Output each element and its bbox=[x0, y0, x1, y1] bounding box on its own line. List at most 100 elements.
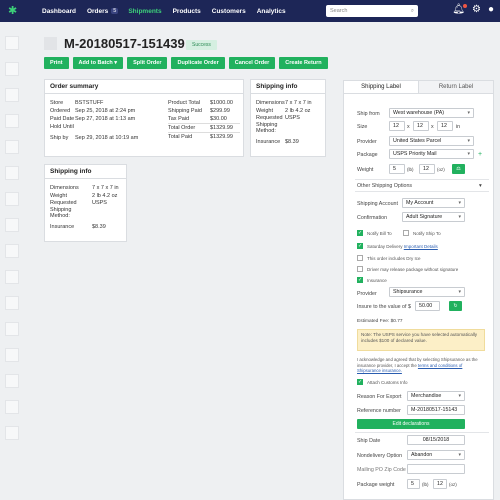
sidebar-item[interactable] bbox=[5, 244, 19, 258]
sidebar-item[interactable] bbox=[5, 218, 19, 232]
nav-products[interactable]: Products bbox=[173, 8, 201, 15]
order-thumbnail bbox=[44, 37, 57, 50]
release-package-label: Driver may release package without signa… bbox=[367, 267, 459, 272]
chevron-down-icon[interactable]: ▾ bbox=[479, 183, 482, 189]
reason-export-select[interactable]: Merchandise ▾ bbox=[407, 391, 465, 401]
reason-export-value: Merchandise bbox=[411, 393, 442, 399]
size-height-input[interactable]: 12 bbox=[437, 121, 453, 131]
insurance-provider-select[interactable]: Shipsurance ▾ bbox=[389, 287, 465, 297]
shipping-account-select[interactable]: My Account ▾ bbox=[402, 198, 465, 208]
ship-by-value: Sep 29, 2018 at 10:19 am bbox=[75, 135, 139, 141]
nondelivery-value: Abandon bbox=[411, 452, 433, 458]
reference-input[interactable]: M-20180517-15143 bbox=[407, 405, 465, 415]
attach-customs-checkbox[interactable] bbox=[357, 379, 363, 385]
provider-value: United States Parcel bbox=[393, 138, 442, 144]
notify-ship-to-label: Notify Ship To bbox=[413, 231, 441, 236]
weight-value: 2 lb 4.2 oz bbox=[285, 108, 311, 114]
user-icon[interactable]: ● bbox=[488, 4, 494, 15]
sidebar-item[interactable] bbox=[5, 114, 19, 128]
ordered-value: Sep 25, 2018 at 2:24 pm bbox=[75, 108, 136, 114]
duplicate-order-button[interactable]: Duplicate Order bbox=[171, 57, 225, 69]
sidebar-item[interactable] bbox=[5, 322, 19, 336]
estimated-fee: Estimated Fee: $0.77 bbox=[357, 319, 403, 324]
package-select[interactable]: USPS Priority Mail ▾ bbox=[389, 149, 474, 159]
insurance-checkbox[interactable] bbox=[357, 277, 363, 283]
nondelivery-select[interactable]: Abandon ▾ bbox=[407, 450, 465, 460]
add-package-icon[interactable]: + bbox=[478, 151, 482, 158]
edit-declarations-button[interactable]: Edit declarations bbox=[357, 419, 465, 429]
nav-shipments[interactable]: Shipments bbox=[128, 8, 161, 15]
nav-analytics[interactable]: Analytics bbox=[257, 8, 286, 15]
shipping-info-card: Shipping info Dimensions 7 x 7 x 7 in Wei… bbox=[250, 79, 326, 157]
sidebar-item[interactable] bbox=[5, 88, 19, 102]
sidebar-item[interactable] bbox=[5, 374, 19, 388]
gear-icon[interactable]: ⚙ bbox=[472, 4, 481, 15]
release-package-checkbox[interactable] bbox=[357, 266, 363, 272]
other-options-label: Other Shipping Options bbox=[357, 183, 413, 189]
shipping-account-value: My Account bbox=[406, 200, 434, 206]
scale-button[interactable]: ⚖ bbox=[452, 164, 465, 174]
sidebar-item[interactable] bbox=[5, 62, 19, 76]
sidebar-item[interactable] bbox=[5, 192, 19, 206]
ordered-label: Ordered bbox=[50, 108, 71, 114]
create-return-button[interactable]: Create Return bbox=[279, 57, 328, 69]
chevron-down-icon: ▾ bbox=[467, 151, 470, 157]
sidebar bbox=[5, 36, 19, 452]
divider bbox=[355, 191, 489, 192]
weight-oz-input[interactable]: 12 bbox=[419, 164, 435, 174]
saturday-details-link[interactable]: Important Details bbox=[404, 244, 438, 249]
cancel-order-button[interactable]: Cancel Order bbox=[228, 57, 276, 69]
package-weight-oz-input[interactable]: 12 bbox=[433, 479, 447, 489]
dry-ice-label: This order includes Dry Ice bbox=[367, 256, 421, 261]
ship-date-input[interactable]: 08/15/2018 bbox=[407, 435, 465, 445]
scale-icon: ⚖ bbox=[456, 166, 461, 172]
tab-shipping-label[interactable]: Shipping Label bbox=[344, 81, 419, 93]
insure-value-input[interactable]: 50.00 bbox=[415, 301, 440, 311]
requested-method-label: Requested Shipping Method: bbox=[50, 200, 77, 219]
provider-label: Provider bbox=[357, 139, 377, 145]
sidebar-item[interactable] bbox=[5, 426, 19, 440]
dry-ice-checkbox[interactable] bbox=[357, 255, 363, 261]
chevron-down-icon: ▾ bbox=[458, 214, 461, 220]
dimensions-value: 7 x 7 x 7 in bbox=[285, 100, 312, 106]
sidebar-item[interactable] bbox=[5, 140, 19, 154]
sidebar-item[interactable] bbox=[5, 296, 19, 310]
split-order-button[interactable]: Split Order bbox=[127, 57, 168, 69]
mailing-po-input[interactable] bbox=[407, 464, 465, 474]
add-to-batch-button[interactable]: Add to Batch ▾ bbox=[72, 57, 124, 69]
nav-customers[interactable]: Customers bbox=[212, 8, 246, 15]
sidebar-item[interactable] bbox=[5, 348, 19, 362]
search-input[interactable]: Search ⌕ bbox=[326, 5, 418, 17]
bell-icon[interactable]: 🔔︎ bbox=[452, 4, 467, 15]
other-options-toggle[interactable]: Other Shipping Options bbox=[357, 183, 412, 189]
tax-paid-label: Tax Paid bbox=[168, 116, 190, 122]
ship-from-select[interactable]: West warehouse (PA) ▾ bbox=[389, 108, 474, 118]
shipping-info-title: Shipping info bbox=[251, 80, 325, 94]
saturday-delivery-checkbox[interactable] bbox=[357, 243, 363, 249]
provider-select[interactable]: United States Parcel ▾ bbox=[389, 136, 474, 146]
sidebar-item[interactable] bbox=[5, 270, 19, 284]
total-order-value: $1329.99 bbox=[210, 125, 233, 131]
sidebar-item[interactable] bbox=[5, 166, 19, 180]
size-length-input[interactable]: 12 bbox=[389, 121, 405, 131]
package-weight-lb-input[interactable]: 5 bbox=[407, 479, 420, 489]
requested-method-value: USPS bbox=[285, 115, 300, 121]
nav-dashboard[interactable]: Dashboard bbox=[42, 8, 76, 15]
nav-orders[interactable]: Orders bbox=[87, 8, 108, 15]
size-width-input[interactable]: 12 bbox=[413, 121, 429, 131]
confirmation-value: Adult Signature bbox=[406, 214, 443, 220]
refresh-button[interactable]: ↻ bbox=[449, 301, 462, 311]
size-unit: in bbox=[456, 124, 461, 130]
notify-bill-to-checkbox[interactable] bbox=[357, 230, 363, 236]
sidebar-item[interactable] bbox=[5, 400, 19, 414]
tab-return-label[interactable]: Return Label bbox=[419, 81, 493, 93]
weight-lb-input[interactable]: 5 bbox=[389, 164, 405, 174]
notify-ship-to-checkbox[interactable] bbox=[403, 230, 409, 236]
insurance-value: $8.39 bbox=[92, 223, 106, 230]
sidebar-item[interactable] bbox=[5, 36, 19, 50]
requested-method-value: USPS bbox=[92, 200, 107, 206]
print-button[interactable]: Print bbox=[44, 57, 69, 69]
insure-value-label: Insure to the value of $ bbox=[357, 304, 411, 310]
app-logo-icon[interactable]: ✱ bbox=[8, 6, 18, 17]
confirmation-select[interactable]: Adult Signature ▾ bbox=[402, 212, 465, 222]
